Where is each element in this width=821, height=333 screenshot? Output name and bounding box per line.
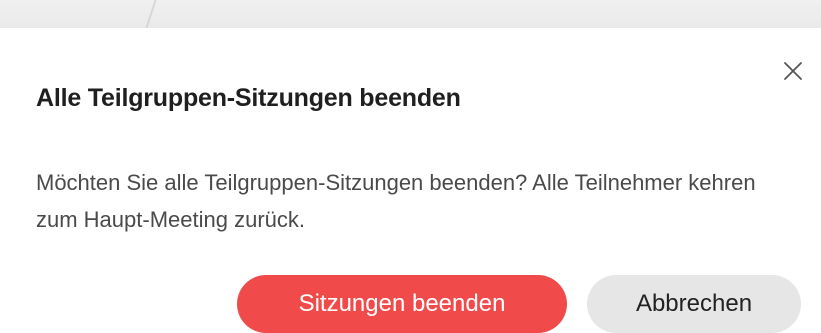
close-button[interactable]: [781, 59, 805, 83]
dialog-title: Alle Teilgruppen-Sitzungen beenden: [36, 84, 461, 112]
background-divider: [145, 0, 157, 28]
dialog-message: Möchten Sie alle Teilgruppen-Sitzungen b…: [36, 170, 756, 232]
end-breakout-sessions-dialog: Alle Teilgruppen-Sitzungen beenden Möcht…: [0, 28, 821, 333]
background-window-strip: [0, 0, 821, 29]
dialog-actions: Sitzungen beenden Abbrechen: [237, 275, 801, 333]
close-icon: [784, 62, 802, 80]
end-sessions-button[interactable]: Sitzungen beenden: [237, 275, 567, 333]
cancel-button[interactable]: Abbrechen: [587, 275, 801, 333]
